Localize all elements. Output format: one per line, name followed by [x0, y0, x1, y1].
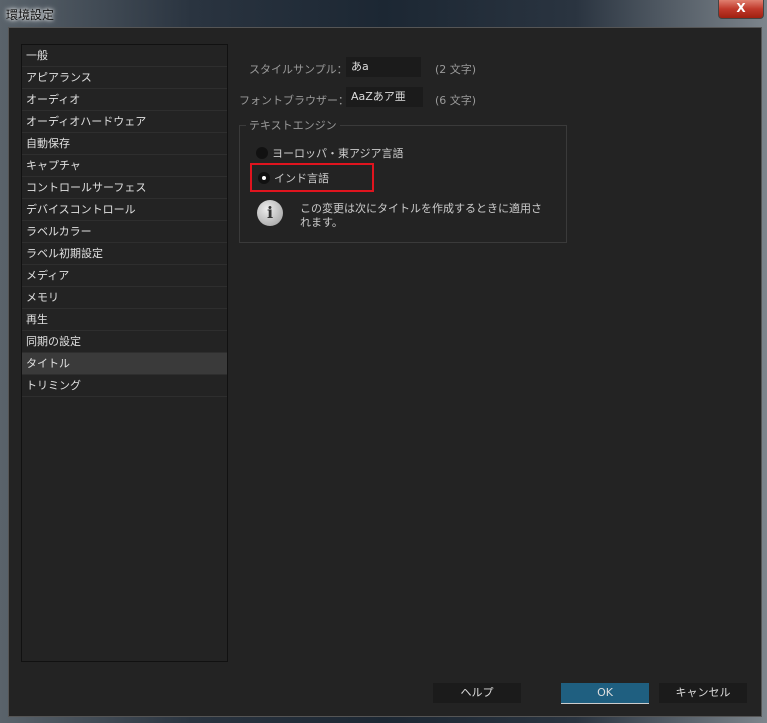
radio-label: ヨーロッパ・東アジア言語 [272, 147, 404, 160]
text-engine-title: テキストエンジン [246, 117, 340, 133]
font-browser-field[interactable]: AaZあア亜 [346, 87, 423, 107]
sidebar-item[interactable]: メモリ [22, 287, 227, 309]
radio-european-east-asian[interactable]: ヨーロッパ・東アジア言語 [256, 145, 404, 161]
font-browser-count: (6 文字) [435, 94, 477, 107]
sidebar-item[interactable]: デバイスコントロール [22, 199, 227, 221]
style-sample-label: スタイルサンプル： [249, 63, 348, 76]
font-browser-label: フォントブラウザー： [239, 94, 349, 107]
sidebar-item[interactable]: ラベル初期設定 [22, 243, 227, 265]
help-button[interactable]: ヘルプ [433, 683, 521, 703]
radio-indic[interactable]: インド言語 [258, 170, 329, 186]
style-sample-count: (2 文字) [435, 63, 477, 76]
close-button[interactable]: X [718, 0, 764, 19]
text-engine-group: テキストエンジン ヨーロッパ・東アジア言語 インド言語 i この変更は次にタイト… [239, 117, 567, 243]
sidebar-item[interactable]: 一般 [22, 45, 227, 67]
sidebar-item[interactable]: 同期の設定 [22, 331, 227, 353]
window-title: 環境設定 [6, 8, 55, 22]
sidebar-item[interactable]: オーディオハードウェア [22, 111, 227, 133]
sidebar-item[interactable]: コントロールサーフェス [22, 177, 227, 199]
category-list[interactable]: 一般 アピアランス オーディオ オーディオハードウェア 自動保存 キャプチャ コントロールサ… [21, 44, 228, 662]
radio-icon [256, 147, 268, 159]
sidebar-item[interactable]: 再生 [22, 309, 227, 331]
info-note: この変更は次にタイトルを作成するときに適用されます。 [300, 202, 542, 229]
sidebar-item[interactable]: アピアランス [22, 67, 227, 89]
sidebar-item[interactable]: キャプチャ [22, 155, 227, 177]
sidebar-item[interactable]: 自動保存 [22, 133, 227, 155]
sidebar-item[interactable]: トリミング [22, 375, 227, 397]
radio-label: インド言語 [274, 172, 329, 185]
sidebar-item[interactable]: タイトル [22, 353, 227, 375]
radio-selected-icon [258, 172, 270, 184]
dialog-panel: 一般 アピアランス オーディオ オーディオハードウェア 自動保存 キャプチャ コントロールサ… [8, 27, 762, 717]
sidebar-item[interactable]: オーディオ [22, 89, 227, 111]
info-icon: i [257, 200, 283, 226]
cancel-button[interactable]: キャンセル [659, 683, 747, 703]
style-sample-field: あa [346, 57, 421, 77]
sidebar-item[interactable]: ラベルカラー [22, 221, 227, 243]
ok-button[interactable]: OK [561, 683, 649, 704]
sidebar-item[interactable]: メディア [22, 265, 227, 287]
